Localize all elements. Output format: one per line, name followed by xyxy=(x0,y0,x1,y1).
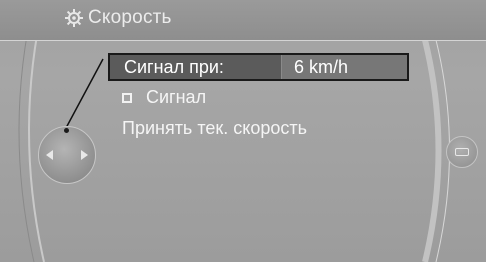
arrow-right-icon xyxy=(81,150,88,160)
speed-value-field[interactable]: 6 km/h xyxy=(281,55,407,79)
signal-checkbox-label: Сигнал xyxy=(146,87,207,107)
menu-item-signal-at-label: Сигнал при: xyxy=(124,57,224,77)
arrow-left-icon xyxy=(46,150,53,160)
settings-gear-icon xyxy=(65,9,83,27)
page-title: Скорость xyxy=(88,7,172,28)
signal-checkbox[interactable] xyxy=(122,93,132,103)
options-button[interactable] xyxy=(446,136,478,168)
speed-value: 6 km/h xyxy=(294,57,349,77)
menu-item-accept-current-speed[interactable]: Принять тек. скорость xyxy=(122,118,307,139)
options-tab-icon xyxy=(455,148,469,156)
title-bar: Скорость xyxy=(0,0,486,41)
controller-pointer-dot xyxy=(64,128,69,133)
controller-arrows-icon[interactable] xyxy=(38,126,96,184)
menu-item-signal-at[interactable]: Сигнал при: 6 km/h xyxy=(108,53,409,81)
idrive-screen: Скорость Сигнал при: 6 km/h Сигнал Приня… xyxy=(0,0,486,262)
